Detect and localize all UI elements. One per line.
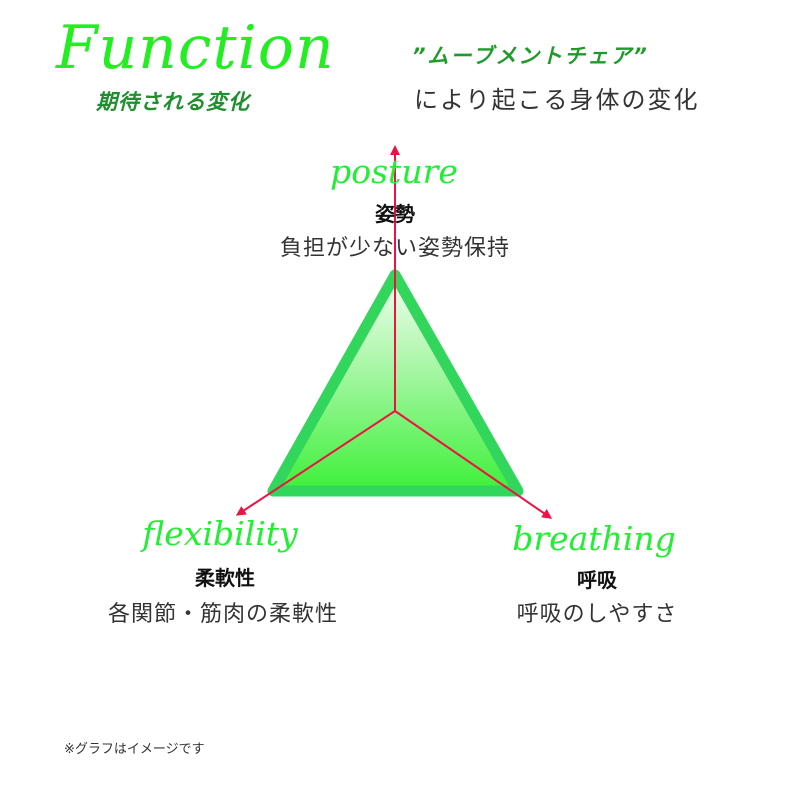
- axis-label-jp-breathing: 呼吸: [577, 568, 617, 592]
- product-name: ”ムーブメントチェア”: [412, 44, 649, 68]
- axis-label-en-posture: posture: [330, 152, 458, 191]
- title-japanese: 期待される変化: [96, 90, 250, 114]
- axis-label-jp-flexibility: 柔軟性: [195, 566, 255, 590]
- axis-desc-posture: 負担が少ない姿勢保持: [279, 236, 511, 261]
- title-english: Function: [56, 13, 335, 83]
- axis-desc-flexibility: 各関節・筋肉の柔軟性: [107, 602, 339, 627]
- triangle-diagram: [235, 145, 553, 519]
- axis-label-jp-posture: 姿勢: [375, 202, 415, 226]
- axis-desc-breathing: 呼吸のしやすさ: [516, 602, 678, 627]
- axis-label-en-flexibility: flexibility: [142, 514, 298, 553]
- subtitle-text: により起こる身体の変化: [414, 86, 700, 114]
- axis-label-en-breathing: breathing: [512, 519, 676, 558]
- footnote: ※グラフはイメージです: [64, 742, 205, 757]
